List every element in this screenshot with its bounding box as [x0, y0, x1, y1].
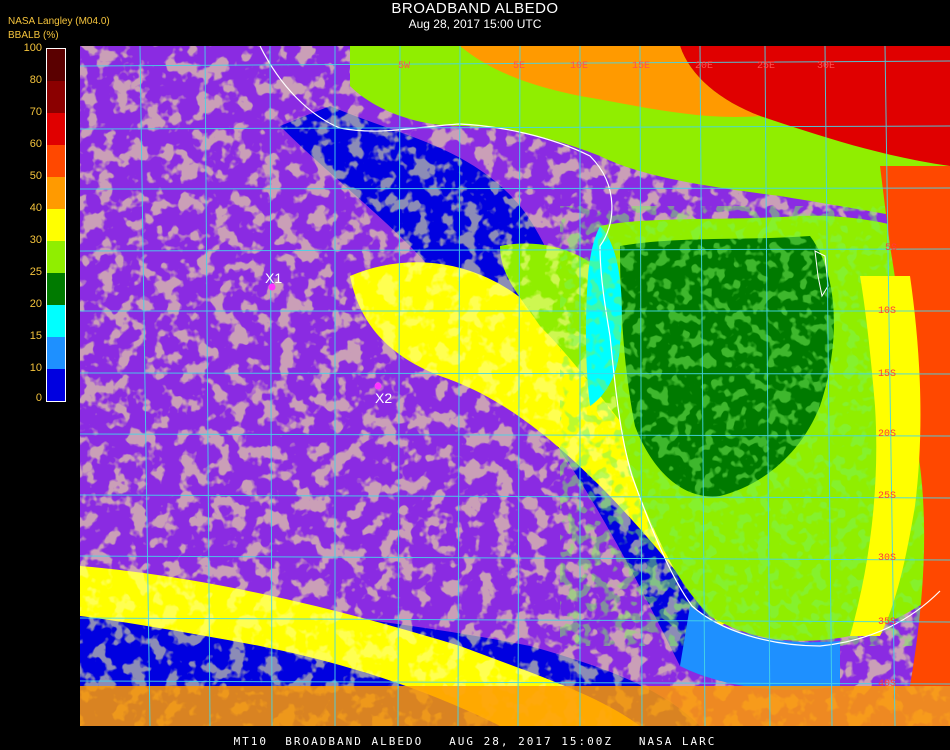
legend-swatch [47, 49, 65, 81]
legend-tick: 50 [29, 170, 42, 182]
legend-swatch [47, 209, 65, 241]
lon-label: 5E [513, 61, 525, 72]
lat-label: 35S [878, 617, 896, 628]
lat-label: 15S [878, 369, 896, 380]
legend-swatch [47, 81, 65, 113]
legend-swatch [47, 145, 65, 177]
footer-caption: MT10 BROADBAND ALBEDO AUG 28, 2017 15:00… [233, 735, 717, 748]
legend-tick: 0 [35, 392, 42, 404]
lat-label: 25S [878, 491, 896, 502]
legend-swatch [47, 177, 65, 209]
legend-swatch [47, 273, 65, 305]
data-source-label: NASA Langley (M04.0) [8, 16, 110, 27]
lon-label: 15E [632, 61, 650, 72]
map-datetime: Aug 28, 2017 15:00 UTC [408, 17, 542, 31]
legend-tick: 60 [29, 138, 42, 150]
map-title: BROADBAND ALBEDO [391, 0, 559, 17]
legend-tick: 20 [29, 298, 42, 310]
legend-tick: 100 [23, 42, 42, 54]
legend-swatch [47, 305, 65, 337]
legend-tick: 30 [29, 234, 42, 246]
lat-label: 40S [878, 679, 896, 690]
lon-label: 25E [757, 61, 775, 72]
lon-label: 20E [695, 61, 713, 72]
lat-label: 10S [878, 306, 896, 317]
legend-tick: 70 [29, 106, 42, 118]
albedo-map: 5W 5E 10E 15E 20E 25E 30E 5S 10S 15S 20S… [80, 46, 950, 726]
lat-label: 30S [878, 553, 896, 564]
lat-label: 5S [885, 243, 897, 254]
marker-x1-label: X1 [265, 270, 282, 286]
legend-tick: 10 [29, 362, 42, 374]
legend-swatch [47, 337, 65, 369]
legend-swatch [47, 113, 65, 145]
legend-tick-labels: 100 80 70 60 50 40 30 25 20 15 10 0 [0, 40, 42, 410]
legend-tick: 80 [29, 74, 42, 86]
lon-label: 30E [817, 61, 835, 72]
lon-label: 5W [398, 61, 410, 72]
lat-label: 20S [878, 429, 896, 440]
color-legend [46, 48, 66, 402]
legend-swatch [47, 369, 65, 401]
legend-tick: 40 [29, 202, 42, 214]
lon-label: 10E [570, 61, 588, 72]
legend-tick: 15 [29, 330, 42, 342]
marker-x2-dot [374, 382, 382, 390]
marker-x2-label: X2 [375, 390, 392, 406]
bottom-band [80, 686, 950, 726]
legend-swatch [47, 241, 65, 273]
legend-tick: 25 [29, 266, 42, 278]
